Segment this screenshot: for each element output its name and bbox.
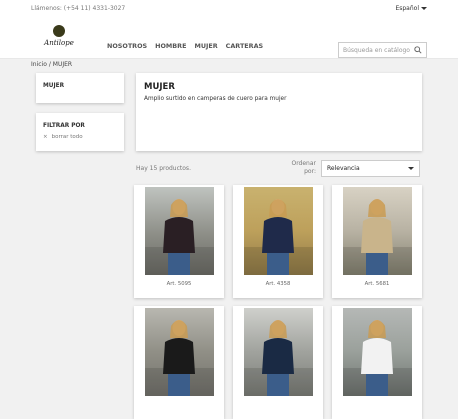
product-photo[interactable] — [244, 187, 313, 275]
product-card[interactable] — [134, 306, 224, 419]
product-name[interactable]: Art. 4358 — [233, 281, 323, 287]
breadcrumb-current: MUJER — [52, 61, 73, 68]
product-name[interactable]: Art. 5095 — [134, 281, 224, 287]
logo-text: Antilope — [44, 39, 74, 47]
language-label: Español — [395, 5, 419, 12]
category-title: MUJER — [144, 82, 175, 92]
breadcrumb-separator: / — [48, 61, 51, 68]
product-photo[interactable] — [145, 308, 214, 396]
nav-item-carteras[interactable]: CARTERAS — [226, 42, 263, 50]
chevron-down-icon — [408, 167, 414, 170]
search-placeholder: Búsqueda en catálogo — [343, 46, 410, 54]
product-card[interactable]: Art. 5095 — [134, 185, 224, 298]
category-header: MUJER Amplio surtido en camperas de cuer… — [136, 73, 422, 151]
filter-title: FILTRAR POR — [43, 123, 85, 129]
category-link-mujer[interactable]: MUJER — [43, 83, 117, 89]
sort-label: Ordenar por: — [291, 160, 316, 175]
logo-emblem-icon — [53, 25, 65, 37]
product-card[interactable]: Art. 4358 — [233, 185, 323, 298]
product-card[interactable] — [332, 306, 422, 419]
clear-filters-button[interactable]: × borrar todo — [43, 134, 117, 140]
product-photo[interactable] — [343, 308, 412, 396]
main-nav: NOSOTROS HOMBRE MUJER CARTERAS — [107, 42, 263, 50]
search-icon[interactable] — [414, 46, 422, 54]
category-tree-panel: MUJER — [36, 73, 124, 103]
chevron-down-icon — [421, 7, 427, 10]
product-count: Hay 15 productos. — [136, 165, 191, 172]
search-input[interactable]: Búsqueda en catálogo — [338, 42, 427, 58]
category-description: Amplio surtido en camperas de cuero para… — [144, 96, 287, 102]
product-card[interactable]: Art. 5681 — [332, 185, 422, 298]
filter-panel: FILTRAR POR × borrar todo — [36, 113, 124, 151]
product-name[interactable]: Art. 5681 — [332, 281, 422, 287]
logo[interactable]: Antilope — [42, 23, 76, 55]
close-icon: × — [43, 134, 48, 140]
breadcrumb-home[interactable]: Inicio — [31, 61, 47, 68]
nav-item-nosotros[interactable]: NOSOTROS — [107, 42, 147, 50]
product-photo[interactable] — [145, 187, 214, 275]
language-selector[interactable]: Español — [395, 5, 427, 12]
product-photo[interactable] — [244, 308, 313, 396]
clear-filters-label: borrar todo — [51, 134, 83, 140]
sort-select[interactable]: Relevancia — [321, 160, 420, 177]
product-card[interactable] — [233, 306, 323, 419]
product-photo[interactable] — [343, 187, 412, 275]
nav-item-mujer[interactable]: MUJER — [194, 42, 217, 50]
phone-text: Llámenos: (+54 11) 4331-3027 — [31, 5, 126, 12]
site-header: Antilope NOSOTROS HOMBRE MUJER CARTERAS … — [0, 17, 458, 59]
nav-item-hombre[interactable]: HOMBRE — [155, 42, 186, 50]
sort-value: Relevancia — [327, 165, 360, 172]
top-bar: Llámenos: (+54 11) 4331-3027 Español — [0, 0, 458, 17]
breadcrumb: Inicio / MUJER — [31, 61, 72, 68]
